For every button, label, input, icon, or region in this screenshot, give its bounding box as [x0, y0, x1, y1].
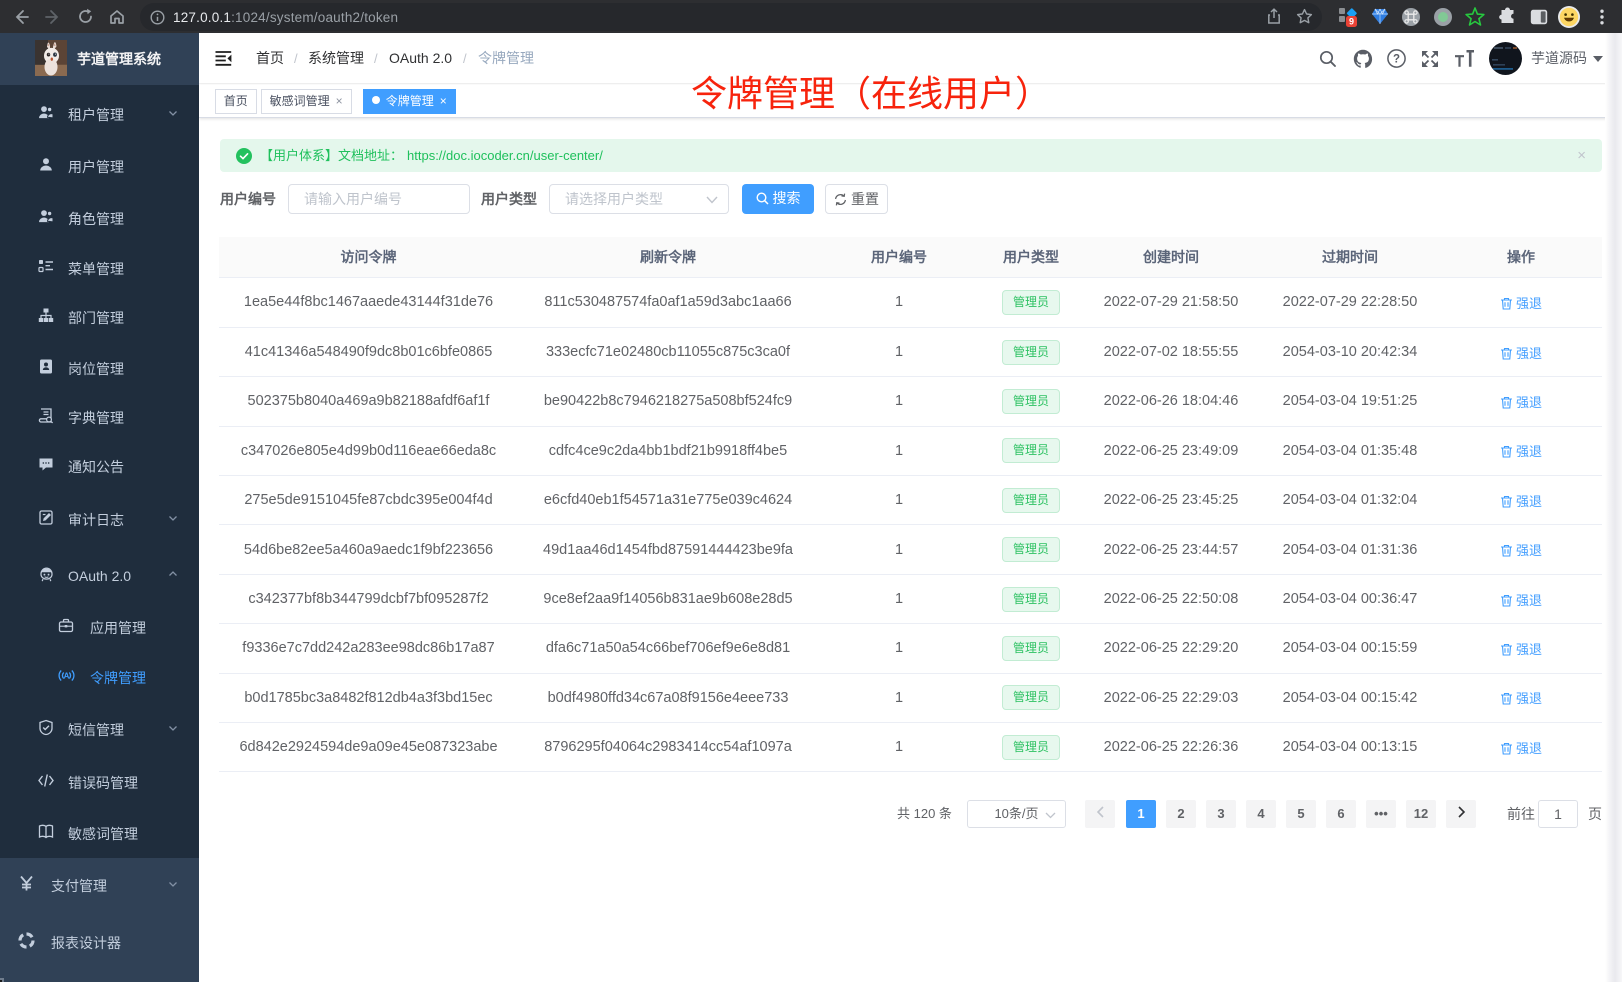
svg-text:?: ? [1392, 54, 1399, 66]
svg-text:A: A [64, 672, 70, 681]
svg-text:9: 9 [1349, 17, 1354, 27]
